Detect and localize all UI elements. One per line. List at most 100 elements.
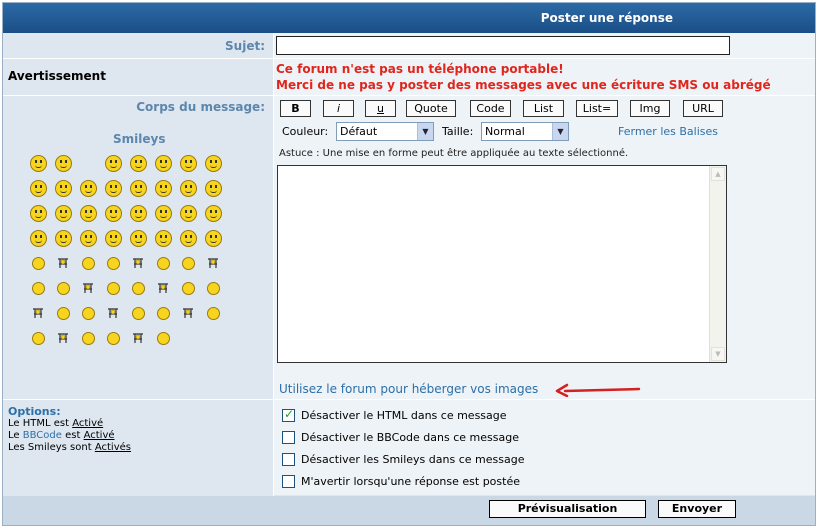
smiley-icon[interactable] [180, 280, 197, 297]
smiley-icon[interactable] [80, 230, 97, 247]
row-divider [3, 95, 815, 96]
smiley-icon[interactable] [30, 330, 47, 347]
smiley-icon[interactable] [80, 305, 97, 322]
smiley-icon[interactable] [105, 230, 122, 247]
smiley-icon[interactable] [80, 280, 97, 297]
smiley-icon[interactable] [55, 330, 72, 347]
smiley-icon[interactable] [30, 305, 47, 322]
smiley-icon[interactable] [180, 155, 197, 172]
smiley-icon[interactable] [55, 280, 72, 297]
smiley-icon[interactable] [30, 230, 47, 247]
smiley-icon[interactable] [205, 305, 222, 322]
smiley-icon[interactable] [80, 205, 97, 222]
smiley-icon[interactable] [80, 255, 97, 272]
bbcode-link[interactable]: BBCode [23, 430, 62, 441]
smiley-icon[interactable] [130, 230, 147, 247]
notify-reply-checkbox[interactable] [282, 475, 295, 488]
smiley-icon[interactable] [180, 205, 197, 222]
smiley-icon[interactable] [205, 280, 222, 297]
smiley-icon[interactable] [130, 155, 147, 172]
html-status-link[interactable]: Activé [72, 418, 103, 429]
smiley-icon[interactable] [205, 180, 222, 197]
scroll-up-arrow-icon[interactable]: ▲ [711, 167, 725, 181]
options-title: Options: [8, 405, 61, 418]
list-button[interactable]: List [523, 100, 564, 117]
body-label: Corps du message: [136, 100, 265, 114]
smiley-icon[interactable] [180, 305, 197, 322]
smiley-icon[interactable] [30, 205, 47, 222]
code-button[interactable]: Code [470, 100, 511, 117]
smiley-icon[interactable] [80, 330, 97, 347]
quote-button[interactable]: Quote [406, 100, 456, 117]
subject-input[interactable] [276, 36, 730, 55]
smileys-title: Smileys [113, 132, 166, 146]
smiley-icon[interactable] [80, 180, 97, 197]
smiley-icon[interactable] [155, 330, 172, 347]
smiley-icon[interactable] [155, 230, 172, 247]
smiley-icon[interactable] [205, 255, 222, 272]
smiley-icon[interactable] [130, 330, 147, 347]
form-header: Poster une réponse [3, 3, 815, 33]
disable-bbcode-checkbox[interactable] [282, 431, 295, 444]
size-select[interactable]: Normal ▼ [481, 122, 569, 141]
underline-button[interactable]: u [365, 100, 396, 117]
smiley-icon[interactable] [205, 205, 222, 222]
smiley-icon[interactable] [155, 280, 172, 297]
image-hosting-link[interactable]: Utilisez le forum pour héberger vos imag… [279, 382, 538, 396]
bbcode-status-link[interactable]: Activé [84, 430, 115, 441]
textarea-scrollbar[interactable]: ▲ ▼ [709, 166, 726, 362]
message-textarea[interactable]: ▲ ▼ [277, 165, 727, 363]
url-button[interactable]: URL [683, 100, 723, 117]
smiley-icon[interactable] [155, 305, 172, 322]
smiley-icon[interactable] [55, 305, 72, 322]
image-button[interactable]: Img [630, 100, 670, 117]
smiley-icon[interactable] [30, 155, 47, 172]
bold-button[interactable]: B [280, 100, 311, 117]
smiley-icon[interactable] [105, 205, 122, 222]
smiley-icon[interactable] [180, 180, 197, 197]
smiley-icon[interactable] [155, 255, 172, 272]
bbcode-status-prefix: Le [8, 430, 20, 441]
chevron-down-icon: ▼ [552, 123, 568, 140]
smiley-icon[interactable] [55, 230, 72, 247]
smiley-icon[interactable] [130, 280, 147, 297]
disable-html-checkbox[interactable] [282, 407, 295, 422]
color-select[interactable]: Défaut ▼ [336, 122, 434, 141]
smiley-icon[interactable] [205, 155, 222, 172]
smiley-icon[interactable] [30, 280, 47, 297]
chevron-down-icon: ▼ [417, 123, 433, 140]
smiley-icon[interactable] [105, 255, 122, 272]
smiley-icon[interactable] [55, 155, 72, 172]
smiley-icon[interactable] [55, 255, 72, 272]
smiley-icon[interactable] [105, 180, 122, 197]
smiley-icon[interactable] [155, 205, 172, 222]
scroll-down-arrow-icon[interactable]: ▼ [711, 347, 725, 361]
smiley-icon[interactable] [105, 280, 122, 297]
smiley-icon[interactable] [105, 330, 122, 347]
warning-line-1: Ce forum n'est pas un téléphone portable… [276, 62, 564, 76]
smiley-icon[interactable] [180, 230, 197, 247]
ordered-list-button[interactable]: List= [576, 100, 618, 117]
smiley-icon[interactable] [30, 255, 47, 272]
smiley-icon[interactable] [55, 205, 72, 222]
smiley-icon[interactable] [105, 305, 122, 322]
smiley-icon[interactable] [105, 155, 122, 172]
smiley-icon[interactable] [155, 155, 172, 172]
smiley-icon[interactable] [205, 230, 222, 247]
disable-html-label: Désactiver le HTML dans ce message [301, 409, 507, 422]
smiley-icon[interactable] [130, 180, 147, 197]
close-tags-link[interactable]: Fermer les Balises [618, 125, 718, 138]
italic-button[interactable]: i [323, 100, 354, 117]
smiley-icon[interactable] [130, 305, 147, 322]
send-button[interactable]: Envoyer [658, 500, 736, 518]
smiley-icon[interactable] [30, 180, 47, 197]
preview-button[interactable]: Prévisualisation [489, 500, 646, 518]
smiley-icon[interactable] [130, 255, 147, 272]
disable-smileys-checkbox[interactable] [282, 453, 295, 466]
row-divider [3, 58, 815, 59]
smiley-icon[interactable] [180, 255, 197, 272]
smiley-icon[interactable] [155, 180, 172, 197]
smiley-icon[interactable] [55, 180, 72, 197]
smileys-status-link[interactable]: Activés [95, 442, 131, 453]
smiley-icon[interactable] [130, 205, 147, 222]
